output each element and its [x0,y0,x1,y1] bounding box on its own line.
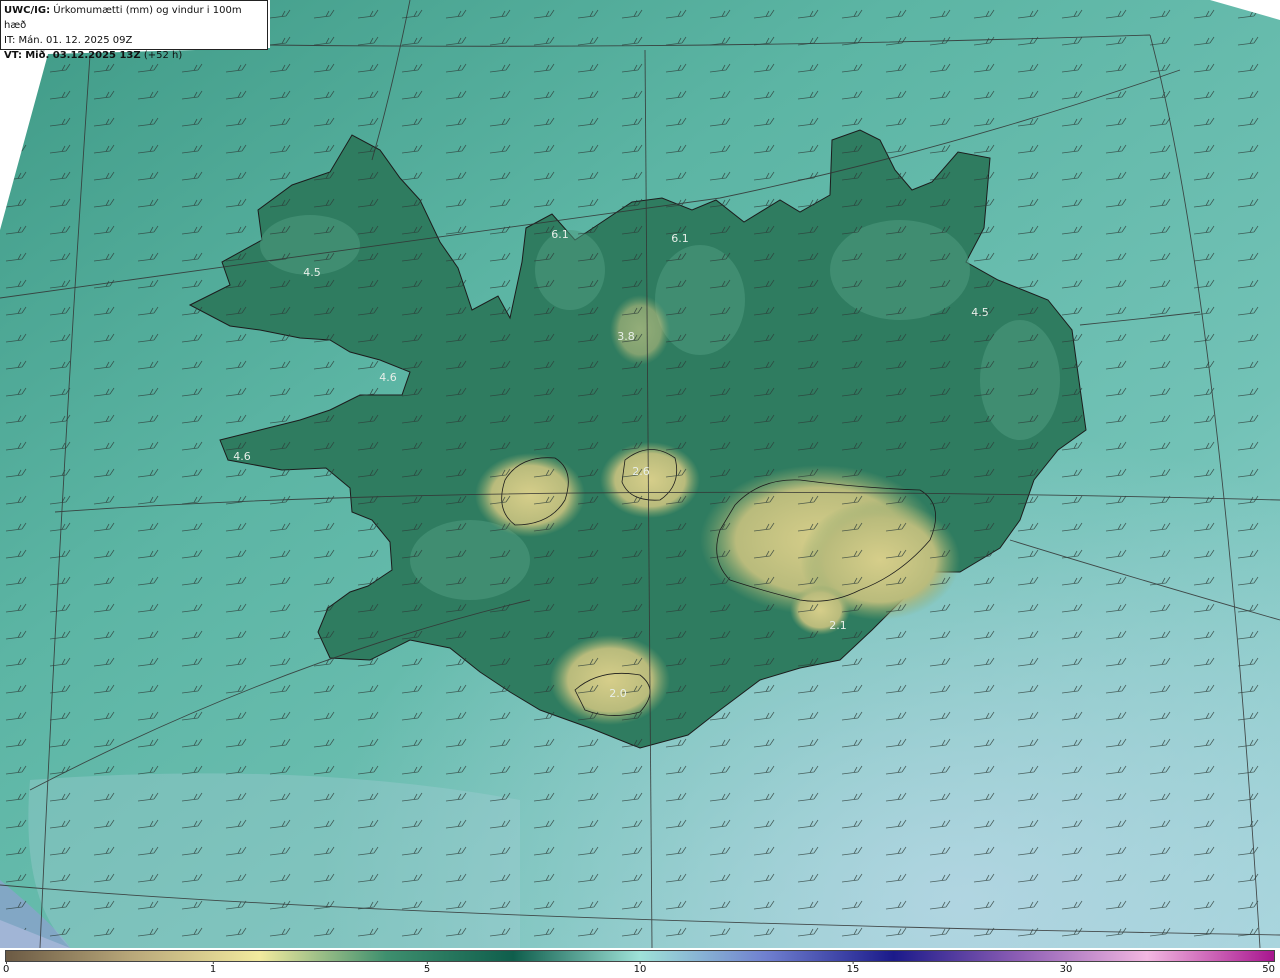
map-header: UWC/IG: Úrkomumætti (mm) og vindur i 100… [0,0,268,61]
max-value-label: 4.5 [303,266,321,279]
colorbar-tick-label: 0 [3,961,10,975]
max-value-label: 6.1 [671,232,689,245]
it-value: Mán. 01. 12. 2025 09Z [18,35,133,46]
product-code: UWC/IG: [4,5,51,16]
max-value-label: 2.1 [829,619,847,632]
colorbar-tick-label: 10 [633,961,647,975]
colorbar-tick-label: 1 [209,961,217,975]
max-value-label: 4.6 [379,371,397,384]
colorbar-tick-label: 15 [846,961,860,975]
max-value-label: 4.6 [233,450,251,463]
vt-label: VT: [4,50,23,61]
colorbar-tick-label: 50 [1262,961,1275,975]
max-value-label: 3.8 [617,330,635,343]
colorbar-tick-label: 30 [1059,961,1073,975]
max-value-label: 4.5 [971,306,989,319]
vt-offset: (+52 h) [143,50,183,61]
colorbar-tick-label: 5 [423,961,431,975]
colorbar: 0 1 5 10 15 30 50 [0,948,1280,978]
vt-value: Mið. 03.12.2025 13Z [25,50,141,61]
it-label: IT: [4,35,16,46]
max-value-label: 6.1 [551,228,569,241]
precipitation-map: 4.5 4.6 4.6 6.1 6.1 3.8 2.6 4.5 2.1 2.0 [0,0,1280,948]
max-value-label: 2.0 [609,687,627,700]
max-value-label: 2.6 [632,465,650,478]
